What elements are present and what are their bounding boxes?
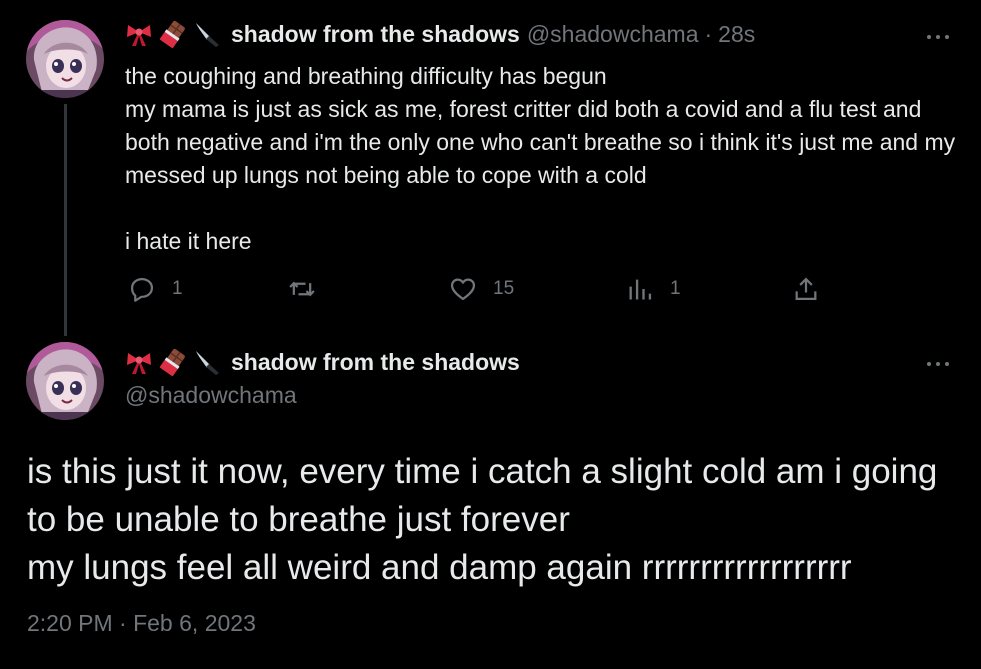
like-count: 15 (493, 278, 515, 299)
author-handle[interactable]: @shadowchama (527, 21, 699, 48)
thread-line (64, 104, 67, 336)
separator: · (704, 20, 713, 47)
share-icon (795, 277, 817, 301)
time-ago[interactable]: 28s (718, 21, 755, 48)
tweet-text: the coughing and breathing difficulty ha… (125, 63, 956, 254)
avatar[interactable] (26, 342, 104, 420)
more-options-icon[interactable] (926, 33, 952, 41)
chocolate-bar-emoji (159, 348, 187, 377)
display-name[interactable]: shadow from the shadows (231, 349, 520, 376)
tweet-timestamp[interactable]: 2:20 PM · Feb 6, 2023 (27, 610, 256, 637)
view-count: 1 (670, 278, 681, 299)
more-options-icon[interactable] (926, 360, 952, 368)
reply-icon (130, 277, 154, 302)
main-tweet-text: is this just it now, every time i catch … (27, 452, 938, 587)
heart-icon (450, 278, 476, 301)
author-row: shadow from the shadows (125, 348, 520, 377)
reply-button[interactable]: 1 (128, 272, 183, 306)
kitchen-knife-emoji (193, 348, 221, 376)
repost-icon (289, 281, 315, 297)
views-icon (629, 279, 652, 300)
kitchen-knife-emoji (193, 20, 221, 48)
author-row: shadow from the shadows @shadowchama · 2… (125, 20, 755, 49)
bow-emoji (125, 20, 153, 48)
views-button[interactable]: 1 (626, 272, 681, 306)
display-name[interactable]: shadow from the shadows (231, 21, 520, 48)
bow-emoji (125, 348, 153, 376)
author-handle[interactable]: @shadowchama (125, 382, 297, 409)
like-button[interactable]: 15 (449, 272, 514, 306)
reply-count: 1 (172, 278, 183, 299)
share-button[interactable] (792, 272, 820, 306)
avatar[interactable] (26, 20, 104, 98)
repost-button[interactable] (288, 272, 332, 306)
chocolate-bar-emoji (159, 20, 187, 49)
